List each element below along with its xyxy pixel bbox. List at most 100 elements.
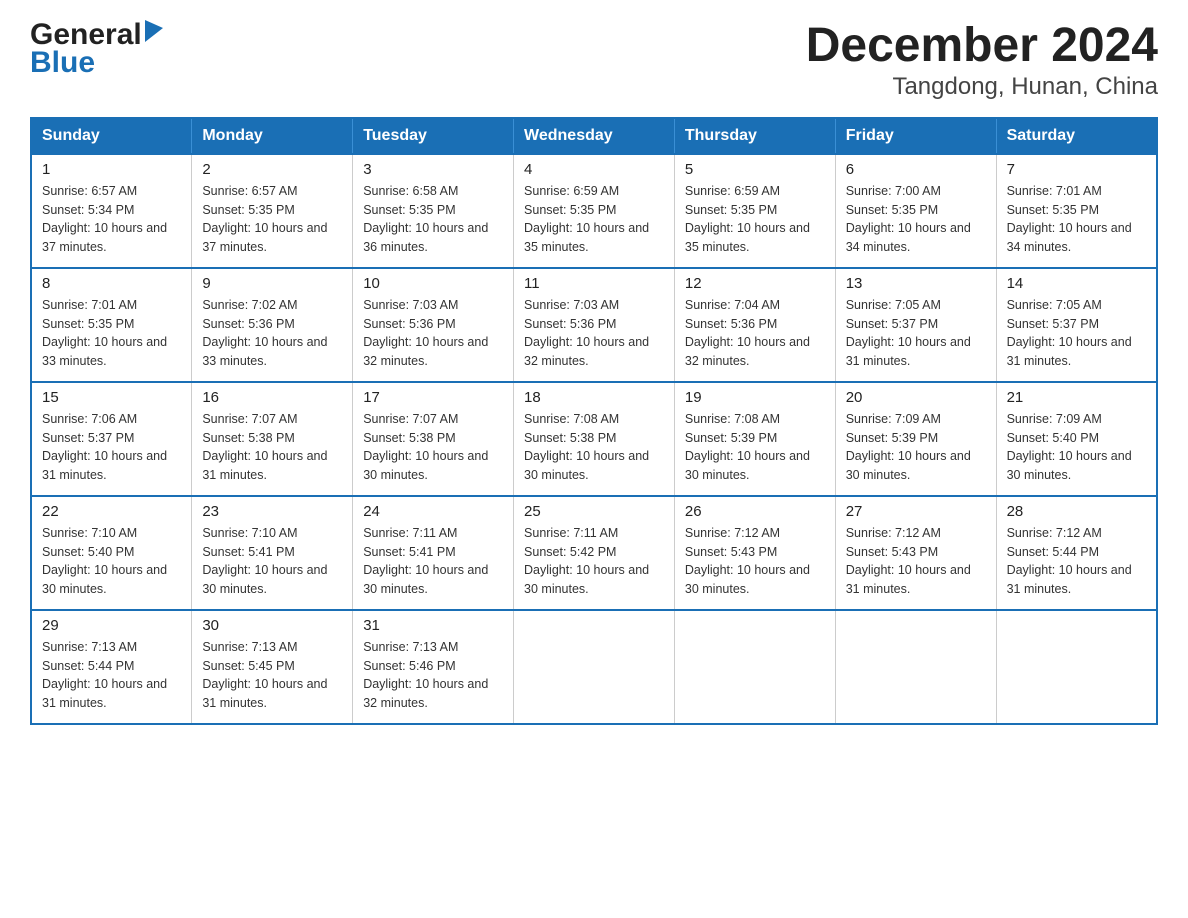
day-info: Sunrise: 7:04 AMSunset: 5:36 PMDaylight:… <box>685 296 825 371</box>
day-info: Sunrise: 6:58 AMSunset: 5:35 PMDaylight:… <box>363 182 503 257</box>
day-info: Sunrise: 7:09 AMSunset: 5:39 PMDaylight:… <box>846 410 986 485</box>
day-info: Sunrise: 7:02 AMSunset: 5:36 PMDaylight:… <box>202 296 342 371</box>
calendar-header-saturday: Saturday <box>996 118 1157 154</box>
calendar-cell: 23Sunrise: 7:10 AMSunset: 5:41 PMDayligh… <box>192 496 353 610</box>
calendar-header-friday: Friday <box>835 118 996 154</box>
title-block: December 2024 Tangdong, Hunan, China <box>806 20 1158 101</box>
day-number: 19 <box>685 389 825 406</box>
calendar-cell: 26 Sunrise: 7:12 AMSunset: 5:43 PMDayligh… <box>674 496 835 610</box>
calendar-week-4: 22 Sunrise: 7:10 AMSunset: 5:40 PMDayligh… <box>31 496 1157 610</box>
day-info: Sunrise: 7:01 AMSunset: 5:35 PMDaylight:… <box>1007 182 1146 257</box>
day-info: Sunrise: 6:59 AMSunset: 5:35 PMDaylight:… <box>524 182 664 257</box>
day-number: 30 <box>202 617 342 634</box>
calendar-cell: 31 Sunrise: 7:13 AMSunset: 5:46 PMDayligh… <box>353 610 514 724</box>
day-number: 20 <box>846 389 986 406</box>
day-info: Sunrise: 7:07 AMSunset: 5:38 PMDaylight:… <box>202 410 342 485</box>
calendar-cell: 9 Sunrise: 7:02 AMSunset: 5:36 PMDaylight… <box>192 268 353 382</box>
calendar-cell: 12 Sunrise: 7:04 AMSunset: 5:36 PMDayligh… <box>674 268 835 382</box>
calendar-week-5: 29Sunrise: 7:13 AMSunset: 5:44 PMDayligh… <box>31 610 1157 724</box>
day-number: 31 <box>363 617 503 634</box>
calendar-table: SundayMondayTuesdayWednesdayThursdayFrid… <box>30 117 1158 725</box>
calendar-cell: 14 Sunrise: 7:05 AMSunset: 5:37 PMDayligh… <box>996 268 1157 382</box>
calendar-week-1: 1Sunrise: 6:57 AMSunset: 5:34 PMDaylight… <box>31 154 1157 268</box>
day-number: 6 <box>846 161 986 178</box>
day-number: 28 <box>1007 503 1146 520</box>
day-number: 2 <box>202 161 342 178</box>
calendar-cell: 27 Sunrise: 7:12 AMSunset: 5:43 PMDayligh… <box>835 496 996 610</box>
calendar-cell: 5 Sunrise: 6:59 AMSunset: 5:35 PMDaylight… <box>674 154 835 268</box>
calendar-header-sunday: Sunday <box>31 118 192 154</box>
day-number: 9 <box>202 275 342 292</box>
day-info: Sunrise: 7:13 AMSunset: 5:46 PMDaylight:… <box>363 638 503 713</box>
day-number: 22 <box>42 503 181 520</box>
calendar-cell <box>514 610 675 724</box>
logo-arrow-icon <box>145 20 163 46</box>
day-number: 21 <box>1007 389 1146 406</box>
logo-blue: Blue <box>30 46 95 80</box>
day-info: Sunrise: 6:57 AMSunset: 5:35 PMDaylight:… <box>202 182 342 257</box>
day-info: Sunrise: 7:05 AMSunset: 5:37 PMDaylight:… <box>846 296 986 371</box>
calendar-cell: 7Sunrise: 7:01 AMSunset: 5:35 PMDaylight… <box>996 154 1157 268</box>
calendar-header-thursday: Thursday <box>674 118 835 154</box>
page-subtitle: Tangdong, Hunan, China <box>806 73 1158 101</box>
day-number: 27 <box>846 503 986 520</box>
day-number: 26 <box>685 503 825 520</box>
day-info: Sunrise: 7:08 AMSunset: 5:39 PMDaylight:… <box>685 410 825 485</box>
calendar-cell: 2 Sunrise: 6:57 AMSunset: 5:35 PMDaylight… <box>192 154 353 268</box>
day-info: Sunrise: 7:06 AMSunset: 5:37 PMDaylight:… <box>42 410 181 485</box>
calendar-header-tuesday: Tuesday <box>353 118 514 154</box>
day-number: 8 <box>42 275 181 292</box>
day-number: 17 <box>363 389 503 406</box>
calendar-cell <box>996 610 1157 724</box>
day-info: Sunrise: 7:10 AMSunset: 5:40 PMDaylight:… <box>42 524 181 599</box>
calendar-cell: 28 Sunrise: 7:12 AMSunset: 5:44 PMDayligh… <box>996 496 1157 610</box>
calendar-cell: 8 Sunrise: 7:01 AMSunset: 5:35 PMDaylight… <box>31 268 192 382</box>
calendar-cell: 11Sunrise: 7:03 AMSunset: 5:36 PMDayligh… <box>514 268 675 382</box>
page-title: December 2024 <box>806 20 1158 73</box>
calendar-cell: 6 Sunrise: 7:00 AMSunset: 5:35 PMDaylight… <box>835 154 996 268</box>
day-number: 23 <box>202 503 342 520</box>
calendar-cell: 1Sunrise: 6:57 AMSunset: 5:34 PMDaylight… <box>31 154 192 268</box>
calendar-header-wednesday: Wednesday <box>514 118 675 154</box>
calendar-cell: 15 Sunrise: 7:06 AMSunset: 5:37 PMDayligh… <box>31 382 192 496</box>
day-info: Sunrise: 7:05 AMSunset: 5:37 PMDaylight:… <box>1007 296 1146 371</box>
calendar-week-3: 15 Sunrise: 7:06 AMSunset: 5:37 PMDayligh… <box>31 382 1157 496</box>
day-info: Sunrise: 7:11 AMSunset: 5:41 PMDaylight:… <box>363 524 503 599</box>
logo: General Blue <box>30 20 163 80</box>
calendar-cell: 24Sunrise: 7:11 AMSunset: 5:41 PMDayligh… <box>353 496 514 610</box>
day-number: 18 <box>524 389 664 406</box>
day-info: Sunrise: 7:12 AMSunset: 5:44 PMDaylight:… <box>1007 524 1146 599</box>
day-number: 12 <box>685 275 825 292</box>
day-info: Sunrise: 6:59 AMSunset: 5:35 PMDaylight:… <box>685 182 825 257</box>
day-number: 5 <box>685 161 825 178</box>
day-number: 13 <box>846 275 986 292</box>
day-info: Sunrise: 7:09 AMSunset: 5:40 PMDaylight:… <box>1007 410 1146 485</box>
day-number: 4 <box>524 161 664 178</box>
calendar-week-2: 8 Sunrise: 7:01 AMSunset: 5:35 PMDaylight… <box>31 268 1157 382</box>
day-info: Sunrise: 7:08 AMSunset: 5:38 PMDaylight:… <box>524 410 664 485</box>
day-info: Sunrise: 7:00 AMSunset: 5:35 PMDaylight:… <box>846 182 986 257</box>
calendar-cell: 19 Sunrise: 7:08 AMSunset: 5:39 PMDayligh… <box>674 382 835 496</box>
calendar-cell: 4 Sunrise: 6:59 AMSunset: 5:35 PMDaylight… <box>514 154 675 268</box>
day-info: Sunrise: 7:01 AMSunset: 5:35 PMDaylight:… <box>42 296 181 371</box>
day-info: Sunrise: 7:03 AMSunset: 5:36 PMDaylight:… <box>363 296 503 371</box>
day-info: Sunrise: 7:12 AMSunset: 5:43 PMDaylight:… <box>685 524 825 599</box>
calendar-cell: 21 Sunrise: 7:09 AMSunset: 5:40 PMDayligh… <box>996 382 1157 496</box>
calendar-cell: 10 Sunrise: 7:03 AMSunset: 5:36 PMDayligh… <box>353 268 514 382</box>
calendar-cell: 25Sunrise: 7:11 AMSunset: 5:42 PMDayligh… <box>514 496 675 610</box>
page-header: General Blue December 2024 Tangdong, Hun… <box>30 20 1158 101</box>
calendar-cell: 29Sunrise: 7:13 AMSunset: 5:44 PMDayligh… <box>31 610 192 724</box>
day-info: Sunrise: 7:12 AMSunset: 5:43 PMDaylight:… <box>846 524 986 599</box>
day-number: 3 <box>363 161 503 178</box>
day-number: 10 <box>363 275 503 292</box>
calendar-header-monday: Monday <box>192 118 353 154</box>
calendar-cell: 16Sunrise: 7:07 AMSunset: 5:38 PMDayligh… <box>192 382 353 496</box>
calendar-cell <box>835 610 996 724</box>
day-info: Sunrise: 7:07 AMSunset: 5:38 PMDaylight:… <box>363 410 503 485</box>
day-number: 11 <box>524 275 664 292</box>
calendar-cell: 20 Sunrise: 7:09 AMSunset: 5:39 PMDayligh… <box>835 382 996 496</box>
day-info: Sunrise: 7:13 AMSunset: 5:45 PMDaylight:… <box>202 638 342 713</box>
day-number: 14 <box>1007 275 1146 292</box>
calendar-cell: 22 Sunrise: 7:10 AMSunset: 5:40 PMDayligh… <box>31 496 192 610</box>
day-number: 15 <box>42 389 181 406</box>
